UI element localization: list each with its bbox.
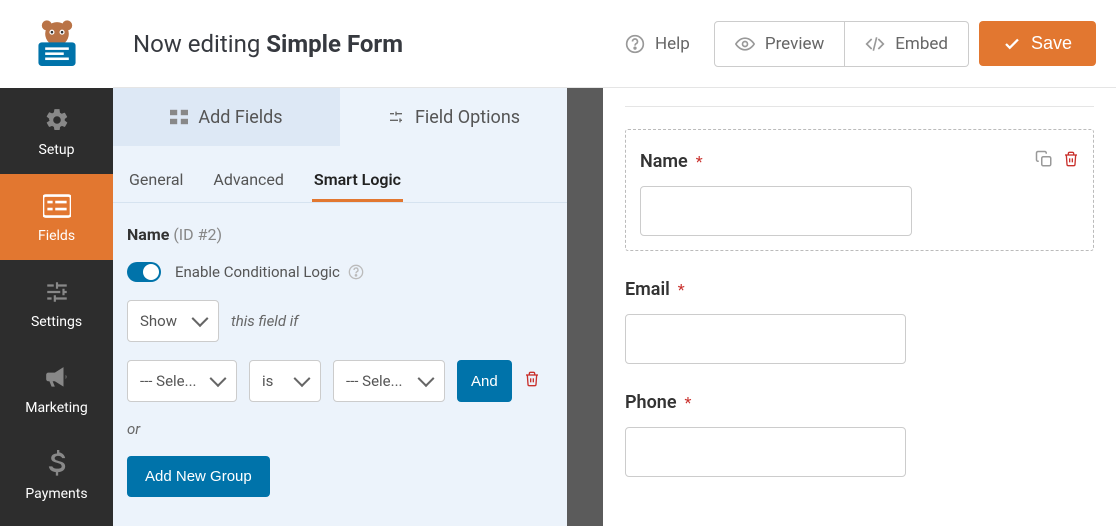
duplicate-field[interactable] <box>1035 150 1053 172</box>
trash-icon <box>524 370 540 388</box>
tab-field-options[interactable]: Field Options <box>340 88 567 146</box>
sidebar-item-setup[interactable]: Setup <box>0 88 113 174</box>
required-indicator: * <box>678 280 685 299</box>
toggle-label: Enable Conditional Logic <box>175 263 340 281</box>
field-label: Name <box>640 151 688 172</box>
help-icon <box>625 34 645 54</box>
sidebar-item-label: Setup <box>39 142 75 158</box>
panel-gutter <box>567 88 603 526</box>
logo[interactable] <box>0 0 113 88</box>
sidebar: Setup Fields Settings Marketing Payments <box>0 0 113 526</box>
help-small-icon[interactable] <box>348 264 364 280</box>
trash-icon <box>1063 150 1079 168</box>
logic-delete-rule[interactable] <box>524 370 540 392</box>
wpforms-logo-icon <box>30 17 84 71</box>
preview-field-phone[interactable]: Phone * <box>625 392 1094 477</box>
sidebar-item-label: Payments <box>25 486 87 502</box>
sidebar-item-settings[interactable]: Settings <box>0 260 113 346</box>
sidebar-item-label: Marketing <box>25 400 88 416</box>
logic-value-select[interactable]: --- Sele... <box>333 360 445 402</box>
gear-icon <box>43 106 71 134</box>
embed-button[interactable]: Embed <box>845 21 969 67</box>
logic-or-label: or <box>127 420 553 438</box>
help-button[interactable]: Help <box>611 24 704 64</box>
sidebar-item-marketing[interactable]: Marketing <box>0 346 113 432</box>
eye-icon <box>735 34 755 54</box>
field-title: Name (ID #2) <box>127 225 553 244</box>
conditional-logic-toggle[interactable] <box>127 262 161 282</box>
save-button[interactable]: Save <box>979 21 1096 66</box>
sidebar-item-payments[interactable]: Payments <box>0 432 113 518</box>
subtab-advanced[interactable]: Advanced <box>211 160 286 202</box>
sidebar-item-label: Fields <box>38 228 75 244</box>
form-icon <box>43 192 71 220</box>
email-input[interactable] <box>625 314 906 364</box>
sidebar-item-label: Settings <box>31 314 82 330</box>
page-title: Now editing Simple Form <box>133 30 601 58</box>
logic-and-button[interactable]: And <box>457 360 512 402</box>
phone-input[interactable] <box>625 427 906 477</box>
logic-hint: this field if <box>231 312 298 330</box>
divider <box>625 106 1094 107</box>
bullhorn-icon <box>43 364 71 392</box>
grid-icon <box>170 109 188 125</box>
dollar-icon <box>43 450 71 478</box>
subtab-smart-logic[interactable]: Smart Logic <box>312 160 403 202</box>
preview-field-name[interactable]: Name * <box>625 129 1094 251</box>
copy-icon <box>1035 150 1053 168</box>
tab-add-fields[interactable]: Add Fields <box>113 88 340 146</box>
required-indicator: * <box>696 152 703 171</box>
options-panel: Add Fields Field Options General Advance… <box>113 88 567 526</box>
logic-show-select[interactable]: Show <box>127 300 219 342</box>
field-label: Email <box>625 279 670 300</box>
code-icon <box>865 34 885 54</box>
check-icon <box>1003 35 1021 53</box>
name-input[interactable] <box>640 186 912 236</box>
field-label: Phone <box>625 392 677 413</box>
logic-field-select[interactable]: --- Sele... <box>127 360 237 402</box>
form-preview: Name * <box>603 88 1116 526</box>
sliders-icon <box>43 278 71 306</box>
logic-operator-select[interactable]: is <box>249 360 321 402</box>
preview-button[interactable]: Preview <box>714 21 845 67</box>
required-indicator: * <box>685 393 692 412</box>
add-new-group-button[interactable]: Add New Group <box>127 456 270 497</box>
preview-field-email[interactable]: Email * <box>625 279 1094 364</box>
delete-field[interactable] <box>1063 150 1079 172</box>
sliders-small-icon <box>387 109 405 125</box>
topbar: Now editing Simple Form Help Preview Emb… <box>113 0 1116 88</box>
sidebar-item-fields[interactable]: Fields <box>0 174 113 260</box>
subtab-general[interactable]: General <box>127 160 185 202</box>
